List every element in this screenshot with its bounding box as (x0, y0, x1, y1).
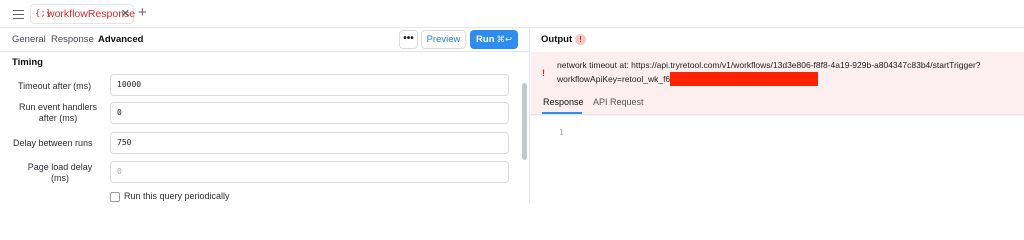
delay-between-runs-input[interactable]: 750 (110, 132, 509, 154)
editor-subtabs: General Response Advanced ••• Preview Ru… (0, 28, 530, 52)
tab-output-response[interactable]: Response (543, 97, 584, 107)
timeout-label: Timeout after (ms) (18, 81, 92, 91)
query-tab-workflow-response[interactable]: {;} workflowResponse ✕ (30, 4, 135, 24)
line-number: 1 (559, 128, 564, 137)
error-message-line2-text: workflowApiKey=retool_wk_f6 (557, 74, 671, 84)
run-periodically-label: Run this query periodically (124, 191, 230, 201)
error-message-line2: workflowApiKey=retool_wk_f6 (557, 72, 1017, 86)
error-icon: ! (542, 68, 545, 78)
run-event-handlers-input[interactable]: 0 (110, 102, 509, 124)
timing-section-title: Timing (12, 57, 43, 68)
error-message-line1: network timeout at: https://api.tryretoo… (557, 60, 981, 70)
run-event-handlers-label-line1: Run event handlers (18, 102, 98, 112)
tab-response[interactable]: Response (51, 34, 94, 45)
preview-button[interactable]: Preview (421, 30, 466, 49)
query-editor-panel: General Response Advanced ••• Preview Ru… (0, 28, 530, 204)
tab-advanced[interactable]: Advanced (98, 34, 143, 45)
more-options-button[interactable]: ••• (399, 30, 418, 49)
close-icon[interactable]: ✕ (121, 8, 130, 20)
output-panel: Output! ! network timeout at: https://ap… (531, 28, 1024, 204)
page-load-delay-label: Page load delay (ms) (20, 162, 100, 184)
editor-scrollbar-thumb[interactable] (522, 83, 527, 160)
delay-between-runs-label: Delay between runs (13, 138, 93, 148)
tab-general[interactable]: General (12, 34, 46, 45)
run-shortcut-label: ⌘↩ (496, 34, 513, 44)
redaction-box (670, 72, 819, 86)
output-title: Output! (541, 34, 587, 46)
error-message: network timeout at: https://api.tryretoo… (557, 58, 1017, 86)
run-periodically-checkbox[interactable] (110, 192, 120, 202)
page-load-delay-input[interactable]: 0 (110, 161, 509, 183)
output-tabs-divider (531, 114, 1024, 115)
run-event-handlers-label-line2: after (ms) (38, 113, 78, 123)
tab-api-request[interactable]: API Request (593, 97, 644, 107)
run-button-label: Run (476, 34, 495, 45)
run-event-handlers-label: Run event handlers after (ms) (16, 102, 100, 124)
menu-icon[interactable] (13, 10, 24, 20)
query-type-icon: {;} (35, 9, 52, 19)
run-button[interactable]: Run ⌘↩ (470, 30, 518, 49)
alert-icon: ! (575, 34, 587, 45)
page-load-delay-label-line1: Page load delay (27, 162, 93, 172)
timeout-input[interactable]: 10000 (110, 74, 509, 96)
add-tab-button[interactable]: + (138, 4, 147, 22)
output-title-label: Output (541, 34, 573, 46)
page-load-delay-label-line2: (ms) (51, 173, 69, 183)
query-tab-bar: {;} workflowResponse ✕ + (0, 0, 1024, 28)
